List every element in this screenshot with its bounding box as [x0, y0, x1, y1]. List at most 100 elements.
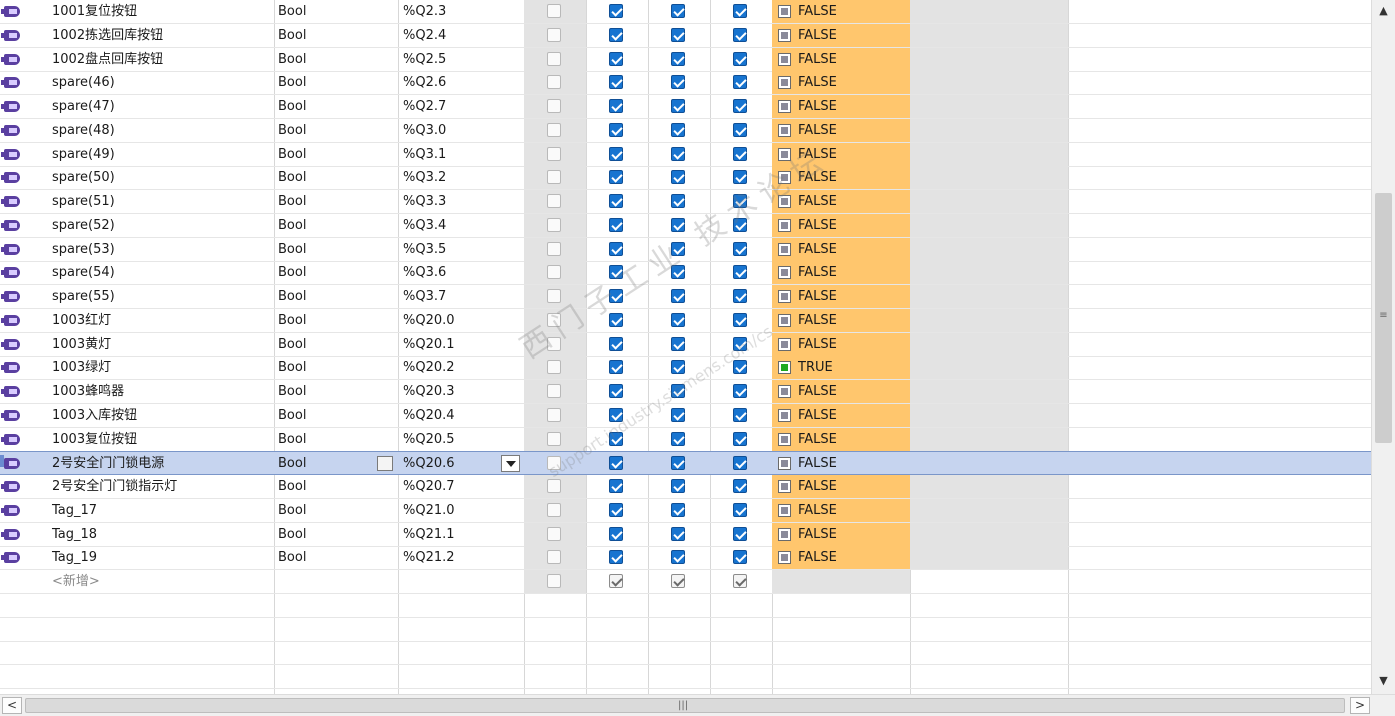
retain-checkbox[interactable]	[547, 550, 561, 564]
tag-data-type[interactable]: Bool	[274, 523, 398, 546]
comment-cell[interactable]	[910, 285, 1068, 308]
tag-data-type[interactable]: Bool	[274, 214, 398, 237]
writable-from-hmi-checkbox[interactable]	[671, 75, 685, 89]
visible-in-hmi-checkbox[interactable]	[733, 337, 747, 351]
retain-checkbox[interactable]	[547, 408, 561, 422]
tag-address[interactable]: %Q21.2	[398, 546, 524, 569]
tag-data-type[interactable]: Bool	[274, 0, 398, 23]
tag-name[interactable]: 1001复位按钮	[24, 0, 274, 23]
tag-address[interactable]: %Q20.5	[398, 428, 524, 451]
tag-name[interactable]: spare(49)	[24, 143, 274, 166]
retain-checkbox[interactable]	[547, 123, 561, 137]
comment-cell[interactable]	[910, 24, 1068, 47]
table-row[interactable]: spare(53) Bool %Q3.5 FALSE	[0, 238, 1371, 262]
tag-data-type[interactable]: Bool	[274, 428, 398, 451]
tag-address[interactable]: %Q3.2	[398, 166, 524, 189]
retain-checkbox[interactable]	[547, 384, 561, 398]
retain-checkbox[interactable]	[547, 242, 561, 256]
table-row[interactable]: Tag_18 Bool %Q21.1 FALSE	[0, 523, 1371, 547]
table-row[interactable]: 1001复位按钮 Bool %Q2.3 FALSE	[0, 0, 1371, 24]
writable-from-hmi-checkbox[interactable]	[671, 527, 685, 541]
comment-cell[interactable]	[910, 499, 1068, 522]
table-row[interactable]: 1003绿灯 Bool %Q20.2 TRUE	[0, 356, 1371, 380]
accessible-from-hmi-checkbox[interactable]	[609, 99, 623, 113]
new-tag-row[interactable]: <新增>	[0, 570, 1371, 594]
accessible-from-hmi-checkbox[interactable]	[609, 4, 623, 18]
table-row[interactable]: spare(49) Bool %Q3.1 FALSE	[0, 143, 1371, 167]
tag-data-type[interactable]: Bool	[274, 190, 398, 213]
retain-checkbox[interactable]	[547, 265, 561, 279]
writable-from-hmi-checkbox[interactable]	[671, 147, 685, 161]
tag-data-type[interactable]: Bool	[274, 546, 398, 569]
tag-name[interactable]: 1002盘点回库按钮	[24, 48, 274, 71]
accessible-from-hmi-checkbox[interactable]	[609, 337, 623, 351]
table-row[interactable]: 1003蜂鸣器 Bool %Q20.3 FALSE	[0, 380, 1371, 404]
comment-cell[interactable]	[910, 380, 1068, 403]
retain-checkbox[interactable]	[547, 99, 561, 113]
writable-from-hmi-checkbox[interactable]	[671, 313, 685, 327]
writable-from-hmi-checkbox[interactable]	[671, 574, 685, 588]
tag-address[interactable]: %Q20.0	[398, 309, 524, 332]
accessible-from-hmi-checkbox[interactable]	[609, 218, 623, 232]
tag-name[interactable]: spare(51)	[24, 190, 274, 213]
writable-from-hmi-checkbox[interactable]	[671, 384, 685, 398]
vertical-scroll-thumb[interactable]: ≡	[1375, 193, 1392, 443]
tag-data-type[interactable]: Bool	[274, 261, 398, 284]
visible-in-hmi-checkbox[interactable]	[733, 550, 747, 564]
comment-cell[interactable]	[910, 0, 1068, 23]
tag-data-type[interactable]: Bool	[274, 285, 398, 308]
tag-address[interactable]: %Q3.7	[398, 285, 524, 308]
visible-in-hmi-checkbox[interactable]	[733, 479, 747, 493]
retain-checkbox[interactable]	[547, 28, 561, 42]
accessible-from-hmi-checkbox[interactable]	[609, 503, 623, 517]
table-row[interactable]: 1002盘点回库按钮 Bool %Q2.5 FALSE	[0, 48, 1371, 72]
retain-checkbox[interactable]	[547, 4, 561, 18]
writable-from-hmi-checkbox[interactable]	[671, 479, 685, 493]
accessible-from-hmi-checkbox[interactable]	[609, 360, 623, 374]
tag-name[interactable]: spare(52)	[24, 214, 274, 237]
tag-name[interactable]: 1003红灯	[24, 309, 274, 332]
visible-in-hmi-checkbox[interactable]	[733, 574, 747, 588]
tag-data-type[interactable]: Bool	[274, 71, 398, 94]
tag-data-type[interactable]: Bool	[274, 380, 398, 403]
visible-in-hmi-checkbox[interactable]	[733, 99, 747, 113]
tag-name[interactable]: 2号安全门门锁电源	[24, 452, 274, 475]
retain-checkbox[interactable]	[547, 289, 561, 303]
accessible-from-hmi-checkbox[interactable]	[609, 550, 623, 564]
retain-checkbox[interactable]	[547, 337, 561, 351]
writable-from-hmi-checkbox[interactable]	[671, 123, 685, 137]
visible-in-hmi-checkbox[interactable]	[733, 432, 747, 446]
tag-name[interactable]: spare(53)	[24, 238, 274, 261]
writable-from-hmi-checkbox[interactable]	[671, 456, 685, 470]
writable-from-hmi-checkbox[interactable]	[671, 28, 685, 42]
tag-data-type[interactable]: Bool	[274, 95, 398, 118]
tag-address[interactable]: %Q20.3	[398, 380, 524, 403]
table-row[interactable]: Tag_19 Bool %Q21.2 FALSE	[0, 546, 1371, 570]
accessible-from-hmi-checkbox[interactable]	[609, 456, 623, 470]
comment-cell[interactable]	[910, 238, 1068, 261]
table-row[interactable]: 1003红灯 Bool %Q20.0 FALSE	[0, 309, 1371, 333]
comment-cell[interactable]	[910, 333, 1068, 356]
tag-address[interactable]: %Q3.0	[398, 119, 524, 142]
comment-cell[interactable]	[910, 48, 1068, 71]
retain-checkbox[interactable]	[547, 574, 561, 588]
table-row[interactable]: spare(47) Bool %Q2.7 FALSE	[0, 95, 1371, 119]
comment-cell[interactable]	[910, 546, 1068, 569]
tag-data-type[interactable]: Bool	[274, 166, 398, 189]
comment-cell[interactable]	[910, 190, 1068, 213]
tag-data-type[interactable]: Bool	[274, 309, 398, 332]
retain-checkbox[interactable]	[547, 432, 561, 446]
accessible-from-hmi-checkbox[interactable]	[609, 313, 623, 327]
comment-cell[interactable]	[910, 309, 1068, 332]
chevron-down-icon[interactable]	[501, 455, 520, 472]
tag-data-type[interactable]: Bool	[274, 238, 398, 261]
tag-address[interactable]: %Q20.2	[398, 356, 524, 379]
visible-in-hmi-checkbox[interactable]	[733, 408, 747, 422]
accessible-from-hmi-checkbox[interactable]	[609, 289, 623, 303]
accessible-from-hmi-checkbox[interactable]	[609, 408, 623, 422]
comment-cell[interactable]	[910, 404, 1068, 427]
scroll-right-icon[interactable]: >	[1350, 697, 1370, 714]
accessible-from-hmi-checkbox[interactable]	[609, 170, 623, 184]
writable-from-hmi-checkbox[interactable]	[671, 360, 685, 374]
tag-address[interactable]: %Q3.4	[398, 214, 524, 237]
